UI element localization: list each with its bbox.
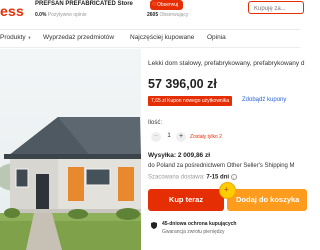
store-header: ess PREFSAN PREFABRICATED Store 0.0% Poz… [0, 0, 304, 30]
nav-item-products[interactable]: Produkty ▼ [0, 34, 31, 41]
followers-number: 2605 [147, 12, 159, 18]
shield-icon [151, 222, 157, 229]
add-to-cart-button[interactable]: Dodaj do koszyka [227, 189, 307, 211]
store-nav: Produkty ▼ Wyprzedaż przedmiotów Najczęś… [0, 30, 300, 48]
store-rating-value: 0.0% [35, 12, 47, 18]
buyer-protection-title: 45-dniowa ochrona kupujących [162, 221, 237, 227]
followers-count: 2605 Obserwujący [147, 12, 188, 18]
quantity-label: Ilość: [148, 120, 163, 126]
product-price: 57 396,00 zł [148, 77, 217, 91]
coupon-badge[interactable]: 7,65 zł Kupon nowego użytkownika [148, 96, 233, 106]
minus-icon[interactable]: − [151, 132, 161, 142]
buyer-protection-subtitle: Gwarancja zwrotu pieniędzy [162, 229, 225, 235]
heart-icon: ♡ [152, 2, 157, 8]
house-photo [0, 49, 141, 250]
buy-now-button[interactable]: Kup teraz [148, 189, 224, 211]
nav-item-bestsellers[interactable]: Najczęściej kupowane [130, 34, 194, 41]
shipping-cost: Wysyłka: 2 009,86 zł [148, 152, 211, 159]
followers-label: Obserwujący [159, 12, 189, 18]
nav-item-reviews[interactable]: Opinia [207, 34, 226, 41]
follow-label: Obserwuj [157, 2, 179, 8]
stock-text: Zostały tylko 2 [190, 134, 222, 140]
site-logo[interactable]: ess [0, 3, 24, 19]
nav-item-clearance[interactable]: Wyprzedaż przedmiotów [43, 34, 114, 41]
product-image[interactable] [0, 49, 141, 250]
estimated-delivery: Szacowana dostawa: 7-15 dni i [148, 174, 237, 181]
store-name[interactable]: PREFSAN PREFABRICATED Store [35, 1, 133, 7]
follow-button[interactable]: ♡ Obserwuj [150, 0, 183, 10]
delivery-label: Szacowana dostawa: [148, 174, 205, 181]
store-rating-label: Pozytywne opinie [47, 12, 87, 18]
quantity-value[interactable]: 1 [163, 133, 175, 139]
product-title: Lekki dom stalowy, prefabrykowany, prefa… [148, 60, 305, 67]
chevron-down-icon: ▼ [27, 35, 32, 40]
delivery-value: 7-15 dni [206, 174, 230, 181]
plus-icon[interactable]: + [176, 132, 186, 142]
cart-icon[interactable]: + [219, 182, 236, 199]
search-input[interactable] [248, 1, 304, 14]
nav-item-label: Produkty [0, 34, 26, 41]
info-icon[interactable]: i [230, 174, 237, 180]
get-coupons-link[interactable]: Zdobądź kupony [242, 97, 286, 103]
shipping-method: do Poland za pośrednictwem Other Seller'… [148, 163, 295, 169]
store-rating: 0.0% Pozytywne opinie [35, 12, 87, 18]
